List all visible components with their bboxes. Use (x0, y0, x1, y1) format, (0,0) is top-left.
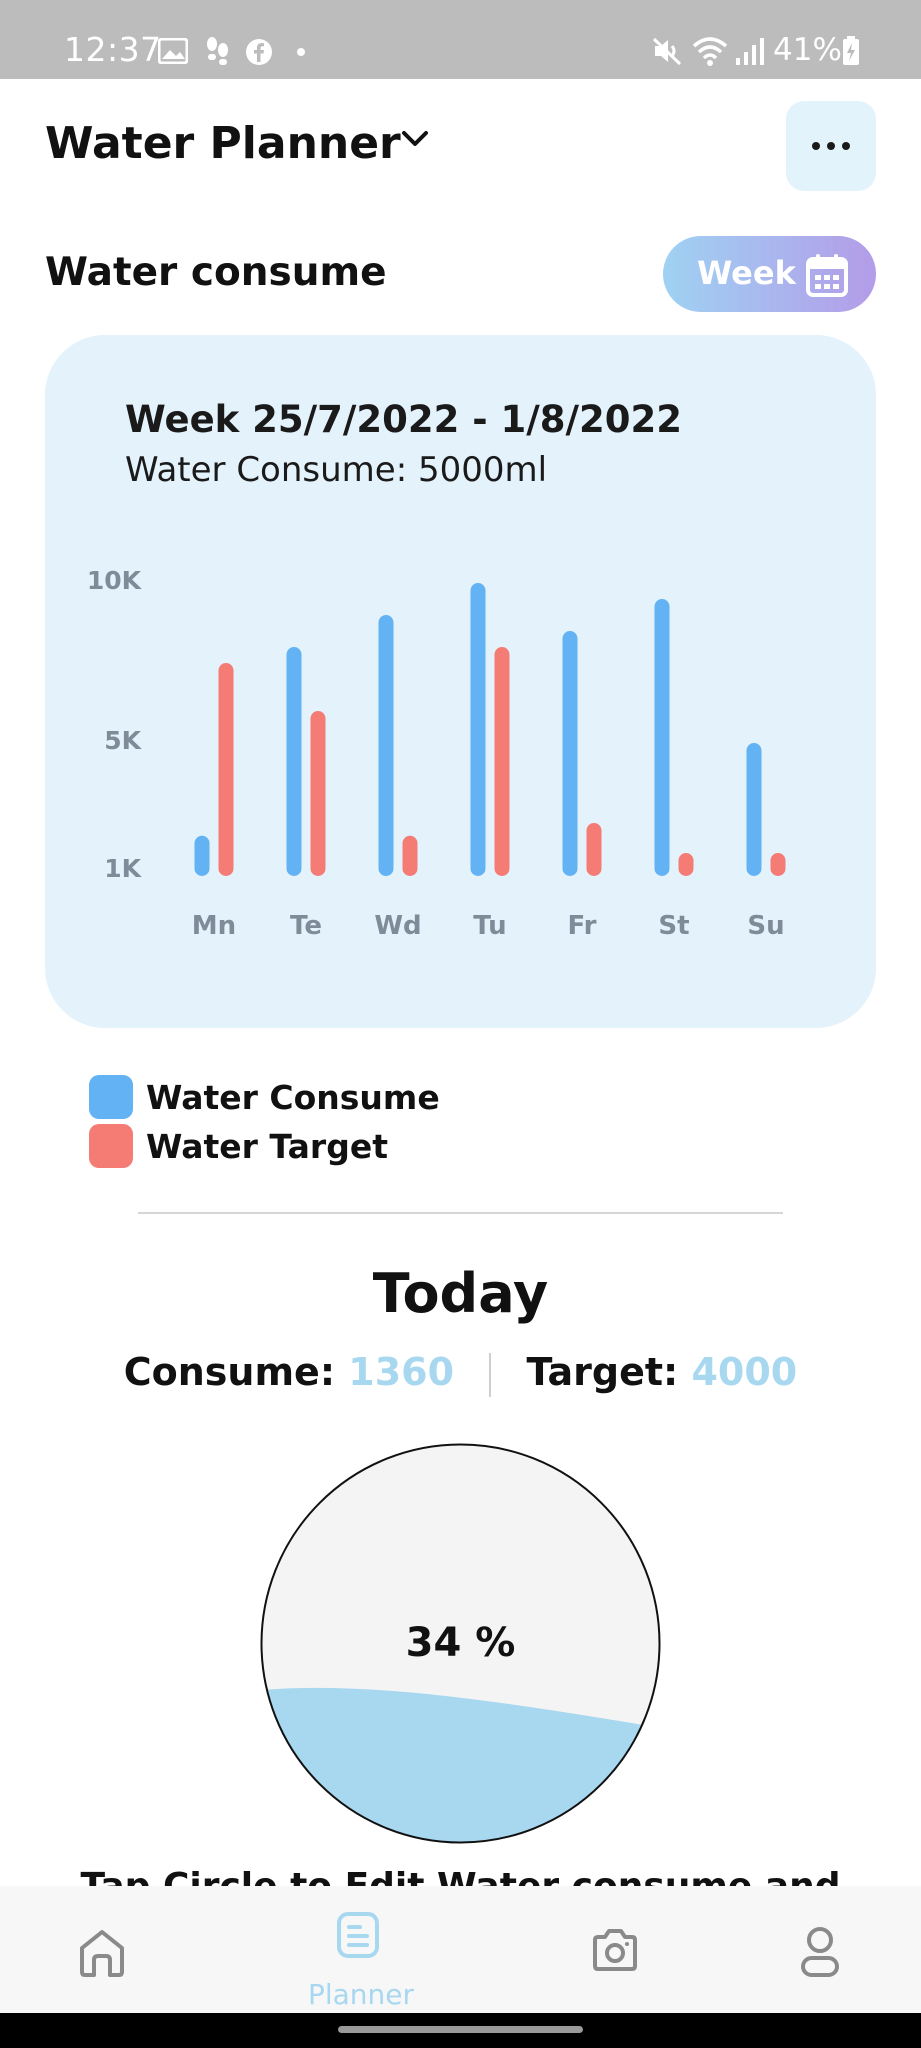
today-stats: Consume: 1360 Target: 4000 (0, 1350, 921, 1397)
bar-consume (194, 835, 210, 876)
bar-consume (470, 583, 486, 876)
y-tick-label: 1K (104, 854, 142, 883)
planner-icon (337, 1912, 379, 1958)
x-tick-label: Wd (374, 911, 421, 941)
consume-label: Consume: (123, 1350, 336, 1394)
x-tick-label: Fr (568, 911, 597, 941)
today-title: Today (372, 1262, 549, 1325)
bar-consume (378, 615, 394, 876)
legend-swatch-target (89, 1124, 133, 1168)
home-indicator[interactable] (338, 2026, 583, 2033)
home-icon (80, 1930, 124, 1977)
bar-consume (562, 631, 578, 876)
bar-target (586, 823, 602, 876)
x-tick-label: Su (747, 911, 784, 941)
bottom-navigation: Planner (0, 1886, 921, 2013)
stats-separator (489, 1352, 492, 1397)
nav-planner-label: Planner (307, 1978, 415, 2011)
bar-consume (286, 647, 302, 876)
x-tick-label: St (658, 911, 689, 941)
target-label: Target: (526, 1350, 679, 1394)
camera-icon (593, 1929, 637, 1971)
divider (138, 1212, 783, 1214)
bar-target (678, 853, 694, 876)
consume-value: 1360 (348, 1350, 455, 1394)
y-tick-label: 5K (104, 726, 142, 755)
legend-swatch-consume (89, 1075, 133, 1119)
bar-consume (746, 743, 762, 876)
bar-consume (654, 599, 670, 876)
weekly-bar-chart: 10K 5K 1K Mn Te Wd Tu Fr St Su (87, 566, 786, 941)
bar-target (770, 853, 786, 876)
bar-target (218, 663, 234, 876)
profile-icon (801, 1927, 839, 1977)
legend-label-consume: Water Consume (146, 1078, 440, 1117)
bar-target (494, 647, 510, 876)
x-tick-label: Mn (192, 911, 236, 941)
bar-target (402, 835, 418, 876)
legend-label-target: Water Target (146, 1127, 388, 1166)
y-tick-label: 10K (87, 566, 143, 595)
bar-target (310, 711, 326, 876)
x-tick-label: Te (290, 911, 322, 941)
progress-percent: 34 % (405, 1620, 516, 1666)
x-tick-label: Tu (473, 911, 506, 941)
target-value: 4000 (691, 1350, 798, 1394)
